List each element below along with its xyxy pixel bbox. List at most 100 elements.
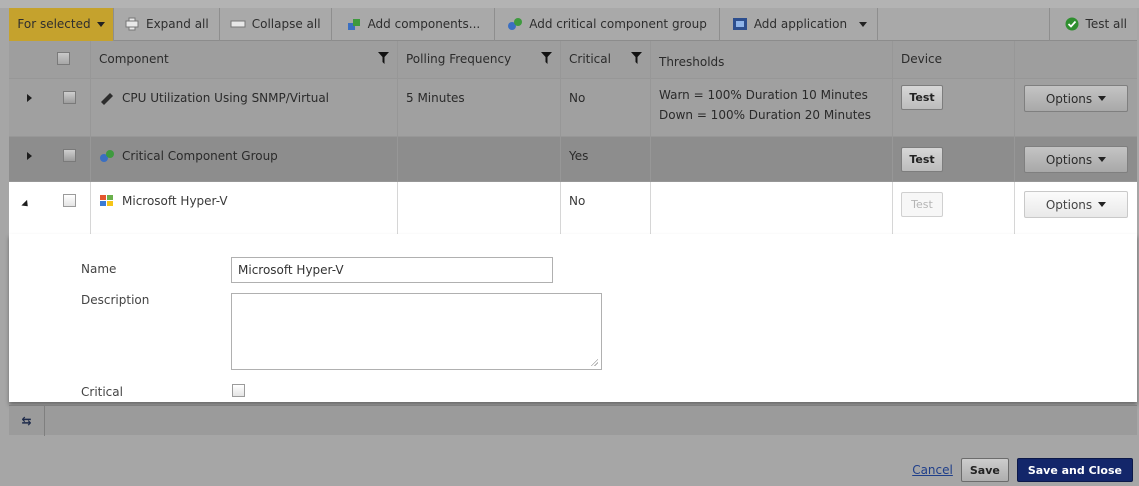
table-row: Critical Component Group Yes Test Option… bbox=[9, 137, 1137, 182]
chevron-down-icon bbox=[1098, 157, 1107, 162]
description-label: Description bbox=[81, 293, 150, 307]
resize-grip-icon[interactable] bbox=[590, 358, 598, 366]
options-cell: Options bbox=[1015, 137, 1137, 181]
test-button-disabled: Test bbox=[901, 192, 943, 217]
critical-cell: No bbox=[561, 79, 651, 136]
polling-cell bbox=[398, 182, 561, 234]
save-and-close-button[interactable]: Save and Close bbox=[1016, 458, 1133, 482]
component-name: CPU Utilization Using SNMP/Virtual bbox=[122, 91, 329, 105]
name-label: Name bbox=[81, 262, 117, 276]
test-button[interactable]: Test bbox=[901, 85, 943, 110]
test-all-label: Test all bbox=[1085, 17, 1127, 31]
expand-icon bbox=[125, 17, 139, 31]
name-field[interactable] bbox=[231, 257, 553, 283]
row-checkbox[interactable] bbox=[63, 194, 76, 207]
caret-right-icon bbox=[26, 94, 32, 102]
critical-checkbox[interactable] bbox=[232, 384, 245, 397]
options-label: Options bbox=[1045, 91, 1093, 106]
table-row-expanded: Microsoft Hyper-V No Test Options bbox=[9, 182, 1137, 234]
add-components-label: Add components... bbox=[367, 17, 481, 31]
caret-down-icon bbox=[21, 199, 31, 210]
device-cell: Test bbox=[893, 182, 1015, 234]
chevron-down-icon bbox=[859, 21, 868, 27]
column-header-label: Polling Frequency bbox=[406, 52, 512, 66]
expand-toggle[interactable] bbox=[9, 137, 49, 181]
add-critical-group-label: Add critical component group bbox=[529, 17, 707, 31]
filter-icon[interactable] bbox=[631, 52, 642, 64]
column-header-label: Thresholds bbox=[659, 55, 725, 69]
hyper-v-windows-icon bbox=[100, 195, 113, 206]
grid-footer-bar: ⇆ bbox=[9, 405, 1137, 436]
column-header-label: Critical bbox=[569, 52, 611, 66]
test-all-button[interactable]: Test all bbox=[1048, 7, 1137, 41]
options-label: Options bbox=[1045, 197, 1093, 212]
table-row: CPU Utilization Using SNMP/Virtual 5 Min… bbox=[9, 79, 1137, 137]
column-header-label: Component bbox=[99, 52, 169, 66]
column-header-critical[interactable]: Critical bbox=[561, 41, 651, 78]
collapse-all-button[interactable]: Collapse all bbox=[220, 7, 332, 41]
thresholds-cell bbox=[651, 137, 893, 181]
row-select-cell bbox=[49, 182, 91, 234]
save-button[interactable]: Save bbox=[960, 458, 1009, 482]
row-checkbox[interactable] bbox=[63, 149, 76, 162]
for-selected-dropdown[interactable]: For selected bbox=[9, 7, 114, 41]
for-selected-label: For selected bbox=[17, 17, 91, 31]
polling-cell: 5 Minutes bbox=[398, 79, 561, 136]
threshold-warn: Warn = 100% Duration 10 Minutes bbox=[659, 88, 868, 102]
grid-header-row: Component Polling Frequency Critical Thr… bbox=[9, 41, 1137, 79]
options-dropdown[interactable]: Options bbox=[1024, 191, 1128, 218]
threshold-down: Down = 100% Duration 20 Minutes bbox=[659, 108, 872, 122]
component-name: Critical Component Group bbox=[122, 149, 278, 163]
chevron-down-icon bbox=[1098, 202, 1107, 207]
component-name: Microsoft Hyper-V bbox=[122, 194, 228, 208]
filter-icon[interactable] bbox=[541, 52, 552, 64]
row-checkbox[interactable] bbox=[63, 91, 76, 104]
critical-group-icon bbox=[100, 150, 114, 162]
critical-cell: Yes bbox=[561, 137, 651, 181]
chevron-down-icon bbox=[1098, 96, 1107, 101]
collapse-icon bbox=[230, 20, 246, 28]
thresholds-cell: Warn = 100% Duration 10 Minutes Down = 1… bbox=[651, 79, 893, 136]
device-cell: Test bbox=[893, 137, 1015, 181]
add-application-label: Add application bbox=[753, 17, 848, 31]
application-icon bbox=[732, 18, 747, 30]
column-header-polling[interactable]: Polling Frequency bbox=[398, 41, 561, 78]
cancel-link[interactable]: Cancel bbox=[912, 463, 953, 477]
expand-column-header bbox=[9, 41, 49, 78]
options-cell: Options bbox=[1015, 182, 1137, 234]
row-select-cell bbox=[49, 79, 91, 136]
options-dropdown[interactable]: Options bbox=[1024, 146, 1128, 173]
column-header-thresholds: Thresholds bbox=[651, 41, 893, 78]
chevron-down-icon bbox=[96, 21, 105, 27]
component-cell: Microsoft Hyper-V bbox=[91, 182, 398, 234]
description-textarea[interactable] bbox=[231, 293, 602, 370]
column-header-component[interactable]: Component bbox=[91, 41, 398, 78]
polling-cell bbox=[398, 137, 561, 181]
test-button[interactable]: Test bbox=[901, 147, 943, 172]
add-components-button[interactable]: Add components... bbox=[332, 7, 496, 41]
row-select-cell bbox=[49, 137, 91, 181]
critical-label: Critical bbox=[81, 385, 123, 399]
expand-toggle[interactable] bbox=[9, 79, 49, 136]
options-label: Options bbox=[1045, 152, 1093, 167]
check-circle-icon bbox=[1065, 17, 1079, 31]
collapse-all-label: Collapse all bbox=[251, 17, 321, 31]
filter-icon[interactable] bbox=[378, 52, 389, 64]
refresh-icon[interactable]: ⇆ bbox=[9, 406, 45, 436]
column-header-device: Device bbox=[893, 41, 1015, 78]
expand-all-button[interactable]: Expand all bbox=[114, 7, 220, 41]
select-all-checkbox[interactable] bbox=[57, 52, 70, 65]
component-detail-panel: Name Description Critical bbox=[9, 234, 1137, 402]
device-cell: Test bbox=[893, 79, 1015, 136]
component-cell: Critical Component Group bbox=[91, 137, 398, 181]
collapse-toggle[interactable] bbox=[9, 182, 49, 234]
add-critical-group-button[interactable]: Add critical component group bbox=[495, 7, 720, 41]
cpu-probe-icon bbox=[101, 93, 113, 105]
toolbar: For selected Expand all Collapse all Add… bbox=[9, 7, 1137, 41]
options-cell: Options bbox=[1015, 79, 1137, 136]
options-dropdown[interactable]: Options bbox=[1024, 85, 1128, 112]
components-grid: Component Polling Frequency Critical Thr… bbox=[9, 41, 1137, 234]
add-application-dropdown[interactable]: Add application bbox=[720, 7, 879, 41]
column-header-options bbox=[1015, 41, 1137, 78]
column-header-label: Device bbox=[901, 52, 943, 66]
